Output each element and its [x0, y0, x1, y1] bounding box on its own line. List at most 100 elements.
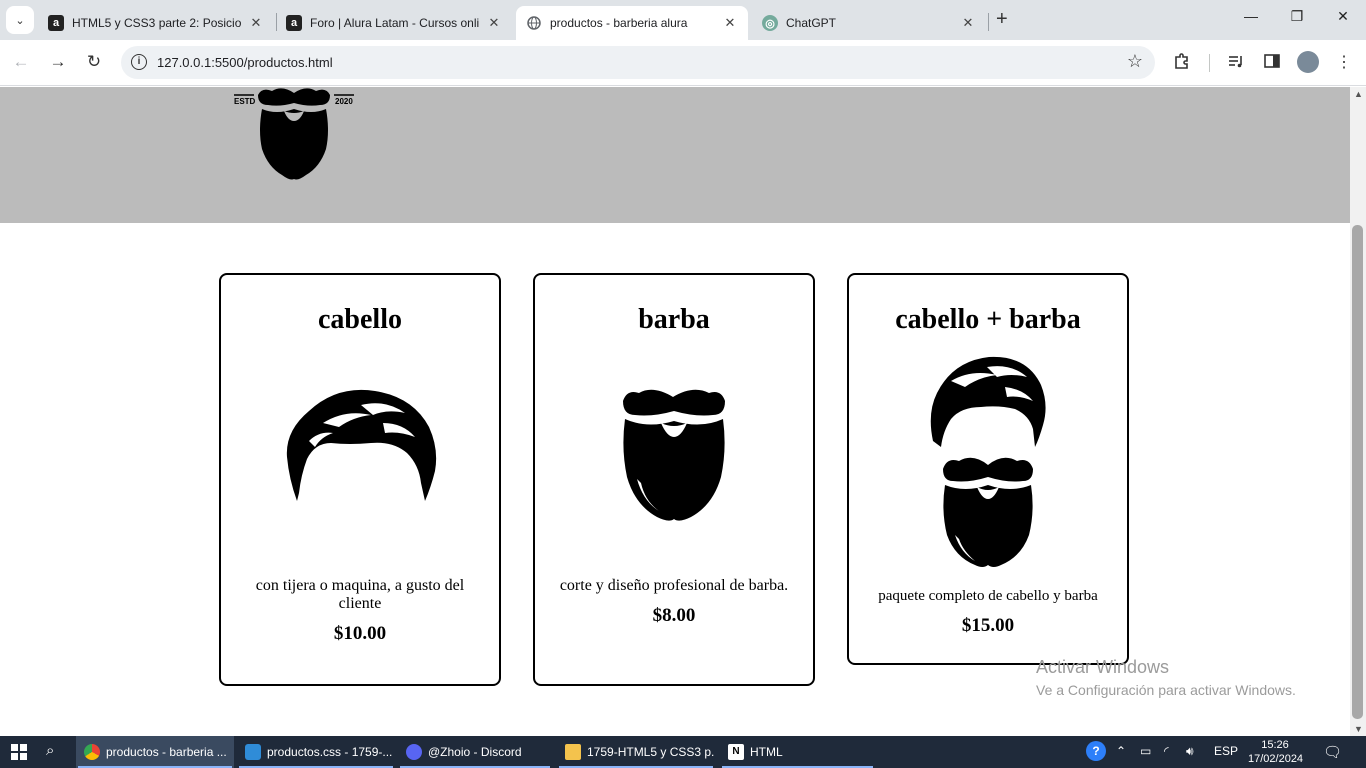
- alura-icon: a: [286, 15, 302, 31]
- page-scrollbar[interactable]: ▲ ▼: [1350, 87, 1366, 736]
- address-bar[interactable]: i 127.0.0.1:5500/productos.html ☆: [121, 46, 1155, 79]
- product-title: barba: [638, 304, 710, 335]
- new-tab-button[interactable]: +: [996, 8, 1008, 31]
- extensions-button[interactable]: [1171, 52, 1193, 75]
- close-icon: ✕: [1337, 8, 1349, 24]
- close-icon[interactable]: ✕: [248, 15, 264, 31]
- product-price: $10.00: [333, 623, 387, 644]
- taskbar-item-label: productos.css - 1759-...: [267, 745, 393, 759]
- tab-separator: [988, 13, 989, 31]
- logo-year-text: 2020: [335, 97, 353, 106]
- close-window-button[interactable]: ✕: [1333, 8, 1353, 25]
- product-description: corte y diseño profesional de barba.: [559, 577, 789, 594]
- product-price: $15.00: [961, 615, 1015, 636]
- back-button[interactable]: ←: [10, 52, 32, 72]
- alura-icon: a: [48, 15, 64, 31]
- watermark-subtitle: Ve a Configuración para activar Windows.: [1036, 682, 1296, 698]
- arrow-left-icon: ←: [12, 52, 30, 71]
- tab-strip: ⌄ a HTML5 y CSS3 parte 2: Posicion ✕ a F…: [0, 0, 1366, 40]
- language-indicator[interactable]: ESP: [1214, 744, 1238, 758]
- windows-start-button[interactable]: [11, 744, 27, 760]
- beard-icon: [623, 389, 725, 521]
- reload-icon: ↻: [86, 52, 102, 71]
- close-icon[interactable]: ✕: [722, 15, 738, 31]
- chevron-up-icon[interactable]: ⌃: [1116, 744, 1126, 758]
- wifi-icon[interactable]: ◜: [1164, 744, 1169, 758]
- browser-toolbar: ← → ↻ i 127.0.0.1:5500/productos.html ☆ …: [0, 40, 1366, 86]
- taskbar-item-label: productos - barberia ...: [106, 745, 227, 759]
- chatgpt-icon: ◎: [762, 15, 778, 31]
- page-viewport: ESTD 2020 cabello con tijera o maquina, …: [0, 87, 1350, 736]
- restore-button[interactable]: ❐: [1287, 8, 1307, 25]
- taskbar-item-label: 1759-HTML5 y CSS3 p...: [587, 745, 715, 759]
- product-card-cabello-barba[interactable]: cabello + barba paquete completo de cabe…: [847, 273, 1129, 665]
- tab-productos[interactable]: productos - barberia alura ✕: [516, 6, 748, 40]
- scroll-down-icon[interactable]: ▼: [1354, 724, 1363, 734]
- taskbar-item-label: HTML: [750, 745, 783, 759]
- battery-icon[interactable]: ▭: [1140, 744, 1151, 758]
- product-card-barba[interactable]: barba corte y diseño profesional de barb…: [533, 273, 815, 686]
- hair-and-beard-icon: [930, 356, 1046, 567]
- taskbar-item-notion[interactable]: N HTML: [720, 736, 875, 768]
- chevron-down-icon: ⌄: [15, 14, 25, 27]
- taskbar-item-folder[interactable]: 1759-HTML5 y CSS3 p...: [557, 736, 715, 768]
- site-header: ESTD 2020: [0, 87, 1350, 223]
- tab-title: ChatGPT: [786, 16, 837, 30]
- url-text[interactable]: 127.0.0.1:5500/productos.html: [157, 55, 333, 70]
- minimize-icon: —: [1244, 8, 1258, 24]
- search-icon[interactable]: ⌕: [46, 742, 54, 759]
- beard-icon: [258, 88, 330, 180]
- close-icon[interactable]: ✕: [486, 15, 502, 31]
- site-info-icon[interactable]: i: [131, 54, 147, 70]
- minimize-button[interactable]: —: [1241, 8, 1261, 24]
- menu-button[interactable]: ⋮: [1333, 52, 1355, 72]
- more-vertical-icon: ⋮: [1336, 54, 1352, 71]
- reload-button[interactable]: ↻: [83, 52, 105, 72]
- clock-time: 15:26: [1261, 739, 1289, 751]
- notion-icon: N: [728, 744, 744, 760]
- bookmark-star-icon[interactable]: ☆: [1127, 51, 1143, 72]
- clock-date: 17/02/2024: [1248, 753, 1304, 765]
- taskbar-item-vscode[interactable]: productos.css - 1759-...: [237, 736, 395, 768]
- notification-icon[interactable]: 🗨︎: [1323, 743, 1342, 761]
- close-icon[interactable]: ✕: [960, 15, 976, 31]
- folder-icon: [565, 744, 581, 760]
- product-card-cabello[interactable]: cabello con tijera o maquina, a gusto de…: [219, 273, 501, 686]
- toolbar-separator: [1209, 54, 1210, 72]
- watermark-title: Activar Windows: [1036, 657, 1170, 677]
- side-panel-button[interactable]: [1261, 52, 1283, 75]
- tab-title: HTML5 y CSS3 parte 2: Posicion: [72, 16, 242, 30]
- product-title: cabello + barba: [895, 304, 1081, 335]
- arrow-right-icon: →: [49, 52, 67, 71]
- product-description: con tijera o maquina, a gusto del client…: [255, 577, 465, 612]
- volume-icon[interactable]: 🔊︎: [1186, 744, 1194, 759]
- media-control-button[interactable]: [1225, 52, 1247, 75]
- help-icon[interactable]: ?: [1086, 741, 1106, 761]
- logo-estd-text: ESTD: [234, 97, 256, 106]
- taskbar-item-discord[interactable]: @Zhoio - Discord: [398, 736, 552, 768]
- system-clock[interactable]: 15:26 17/02/2024: [1248, 738, 1304, 766]
- tab-title: Foro | Alura Latam - Cursos onli: [310, 16, 480, 30]
- globe-icon: [526, 15, 542, 31]
- puzzle-icon: [1175, 53, 1188, 69]
- plus-icon: +: [996, 8, 1008, 30]
- side-panel-icon: [1264, 54, 1280, 68]
- product-title: cabello: [318, 304, 402, 335]
- vscode-icon: [245, 744, 261, 760]
- windows-taskbar: ⌕ productos - barberia ... productos.css…: [0, 736, 1366, 768]
- discord-icon: [406, 744, 422, 760]
- tab-html5-css3[interactable]: a HTML5 y CSS3 parte 2: Posicion ✕: [38, 6, 274, 40]
- restore-icon: ❐: [1290, 8, 1304, 24]
- forward-button[interactable]: →: [47, 52, 69, 72]
- avatar[interactable]: [1297, 51, 1319, 73]
- scroll-up-icon[interactable]: ▲: [1354, 89, 1363, 99]
- taskbar-item-chrome[interactable]: productos - barberia ...: [76, 736, 234, 768]
- tab-chatgpt[interactable]: ◎ ChatGPT ✕: [752, 6, 986, 40]
- barberia-logo[interactable]: ESTD 2020: [232, 87, 356, 183]
- playlist-icon: [1229, 56, 1242, 68]
- taskbar-item-label: @Zhoio - Discord: [428, 745, 522, 759]
- tab-foro-alura[interactable]: a Foro | Alura Latam - Cursos onli ✕: [276, 6, 512, 40]
- scrollbar-thumb[interactable]: [1352, 225, 1363, 719]
- tab-search-button[interactable]: ⌄: [6, 6, 34, 34]
- hair-icon: [286, 389, 437, 501]
